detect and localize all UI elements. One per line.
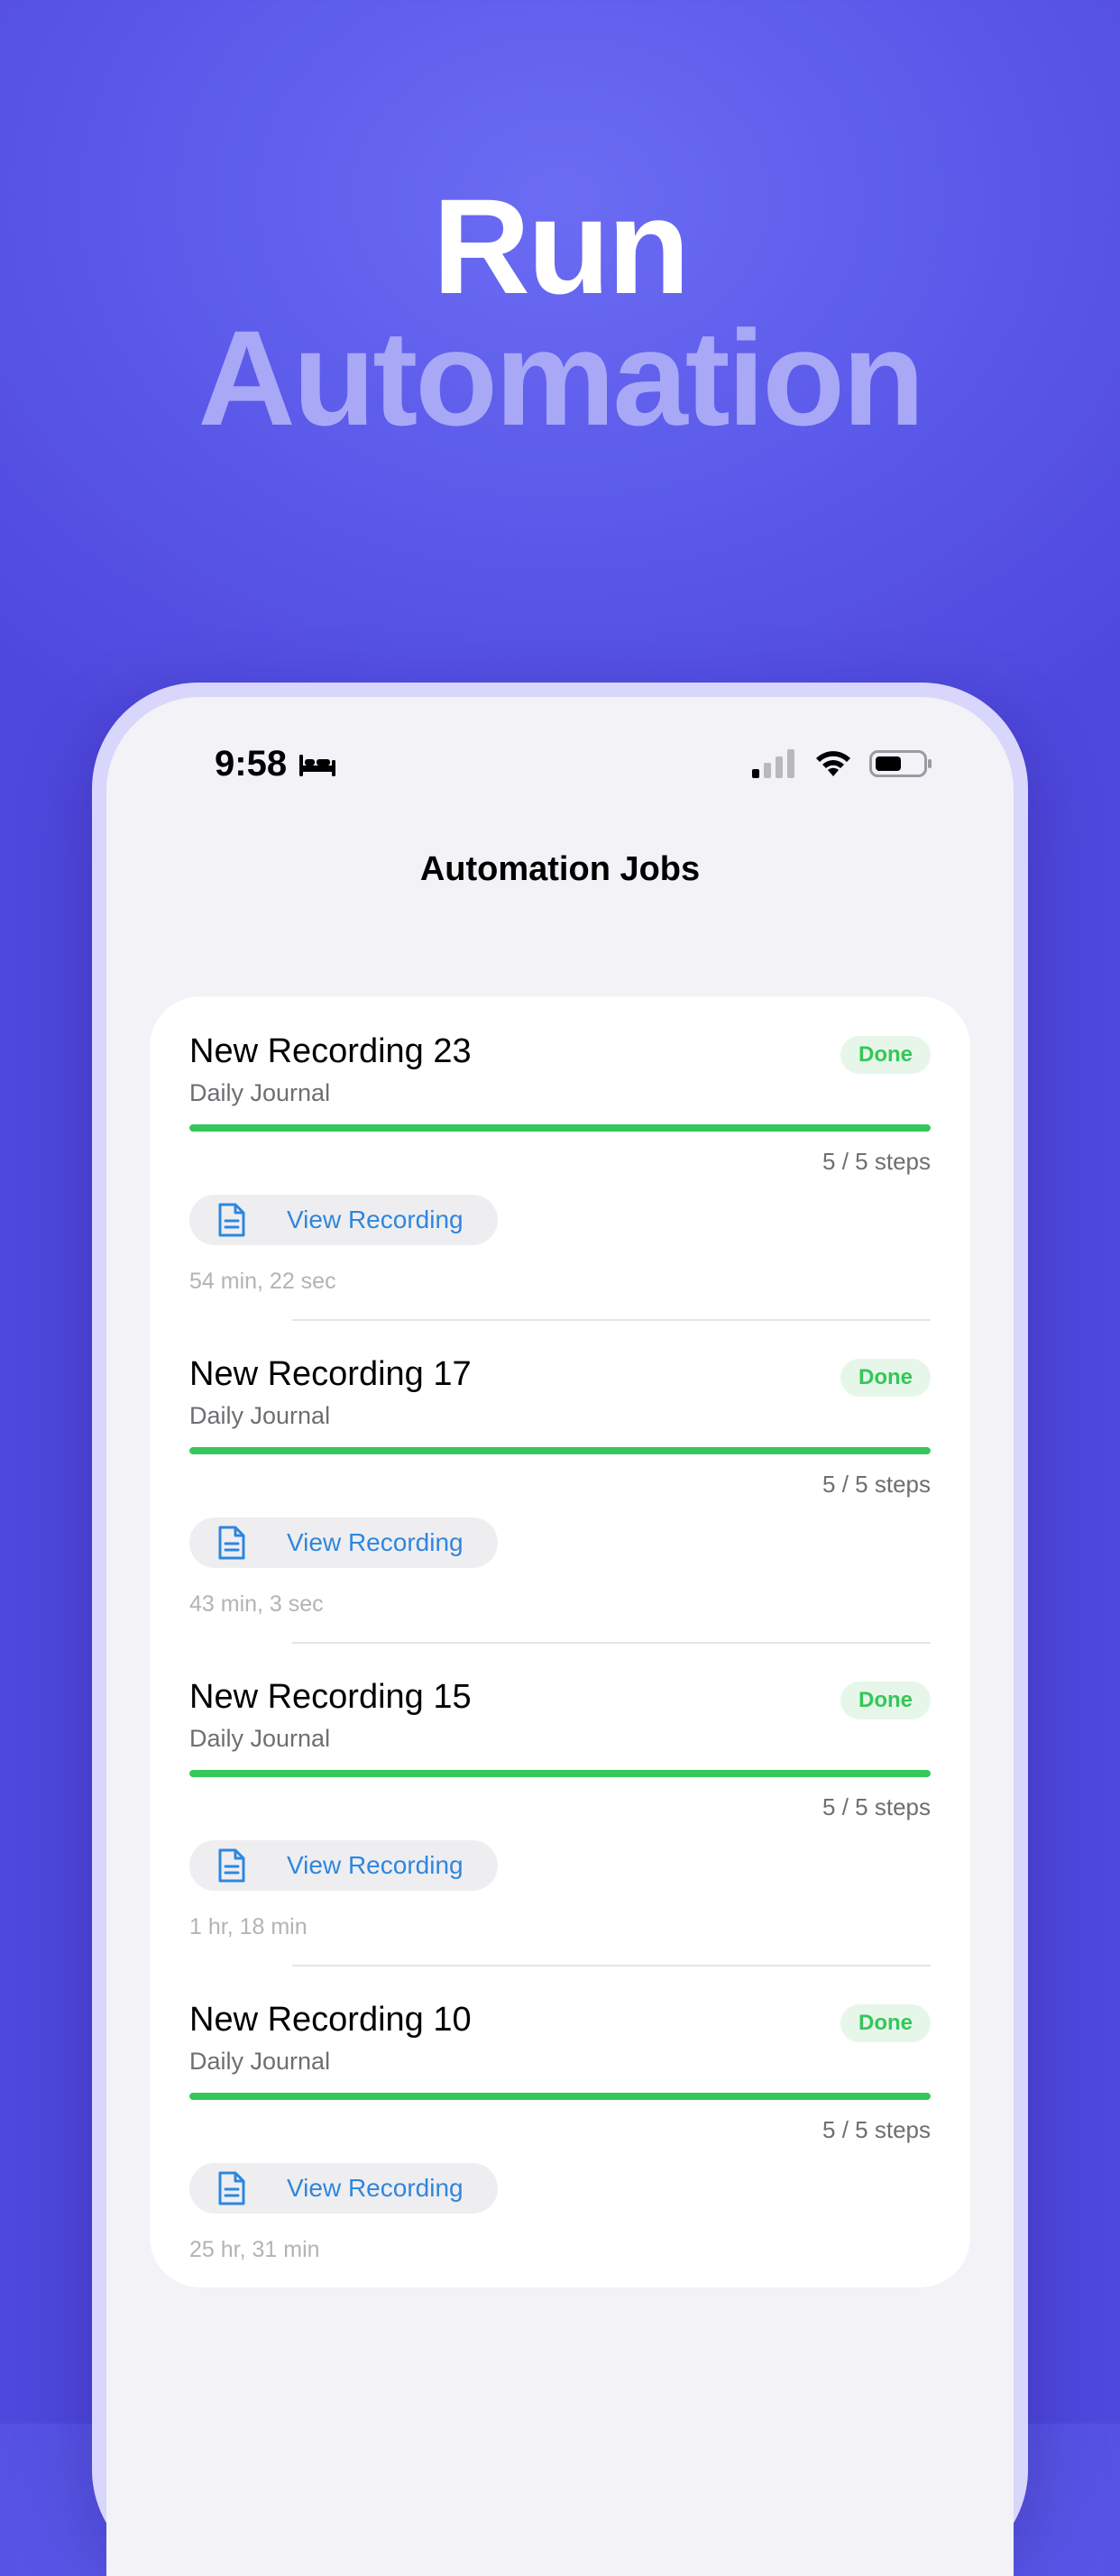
job-title: New Recording 23 (189, 1032, 472, 1070)
view-recording-label: View Recording (287, 2174, 464, 2202)
jobs-list-card: New Recording 23 Done Daily Journal 5 / … (150, 996, 970, 2287)
view-recording-button[interactable]: View Recording (189, 2163, 498, 2214)
view-recording-button[interactable]: View Recording (189, 1195, 498, 1245)
phone-frame: 9:58 Automation Jobs New Recording 23 Do… (92, 683, 1028, 2576)
hero-headline: Run Automation (0, 170, 1120, 454)
progress-fill (189, 1124, 931, 1132)
view-recording-label: View Recording (287, 1851, 464, 1879)
view-recording-label: View Recording (287, 1205, 464, 1233)
progress-bar (189, 1124, 931, 1132)
view-recording-button[interactable]: View Recording (189, 1840, 498, 1891)
job-subtitle: Daily Journal (189, 2048, 331, 2075)
steps-count: 5 / 5 steps (822, 1148, 931, 1175)
job-duration: 1 hr, 18 min (189, 1914, 308, 1939)
job-subtitle: Daily Journal (189, 1725, 331, 1752)
cellular-signal-icon (752, 749, 794, 778)
status-badge: Done (840, 1682, 931, 1719)
job-duration: 25 hr, 31 min (189, 2237, 320, 2262)
view-recording-button[interactable]: View Recording (189, 1517, 498, 1568)
view-recording-label: View Recording (287, 1528, 464, 1556)
phone-screen: 9:58 Automation Jobs New Recording 23 Do… (106, 697, 1014, 2576)
status-badge: Done (840, 1036, 931, 1074)
status-badge: Done (840, 2004, 931, 2042)
hero-line-automation: Automation (197, 302, 924, 454)
document-icon (218, 2171, 245, 2205)
hero-line-run: Run (432, 170, 691, 322)
status-bar-time: 9:58 (215, 744, 337, 784)
progress-bar (189, 2093, 931, 2100)
document-icon (218, 1848, 245, 1883)
job-subtitle: Daily Journal (189, 1079, 331, 1106)
document-icon (218, 1526, 245, 1560)
job-row[interactable]: New Recording 17 Done Daily Journal 5 / … (189, 1319, 931, 1617)
job-duration: 43 min, 3 sec (189, 1591, 324, 1617)
page-title: Automation Jobs (419, 850, 701, 888)
progress-fill (189, 1770, 931, 1777)
job-title: New Recording 15 (189, 1678, 472, 1716)
job-title: New Recording 10 (189, 2001, 472, 2039)
progress-bar (189, 1447, 931, 1454)
status-bar-indicators (752, 749, 932, 778)
progress-fill (189, 1447, 931, 1454)
progress-bar (189, 1770, 931, 1777)
battery-icon (869, 750, 932, 777)
job-subtitle: Daily Journal (189, 1402, 331, 1429)
job-row[interactable]: New Recording 23 Done Daily Journal 5 / … (189, 996, 931, 1294)
steps-count: 5 / 5 steps (822, 1471, 931, 1498)
job-row[interactable]: New Recording 15 Done Daily Journal 5 / … (189, 1642, 931, 1939)
steps-count: 5 / 5 steps (822, 2116, 931, 2143)
progress-fill (189, 2093, 931, 2100)
document-icon (218, 1203, 245, 1237)
steps-count: 5 / 5 steps (822, 1793, 931, 1820)
clock-text: 9:58 (215, 744, 288, 784)
wifi-icon (816, 751, 850, 776)
status-badge: Done (840, 1359, 931, 1397)
job-title: New Recording 17 (189, 1355, 472, 1393)
job-row[interactable]: New Recording 10 Done Daily Journal 5 / … (189, 1965, 931, 2262)
bed-icon (299, 754, 336, 776)
job-duration: 54 min, 22 sec (189, 1269, 336, 1294)
